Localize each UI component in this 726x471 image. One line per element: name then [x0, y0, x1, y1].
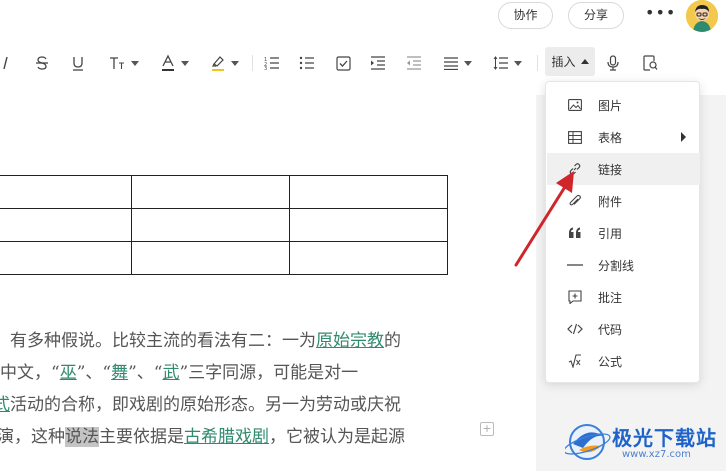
text-run: ”三字同源，可能是对一: [179, 363, 359, 383]
menu-item-code[interactable]: 代码: [547, 313, 700, 345]
hyperlink[interactable]: 古希腊戏剧: [184, 427, 269, 447]
toolbar-divider: [537, 55, 538, 71]
top-header: 协作 分享 •••: [0, 0, 726, 38]
formatting-toolbar: 123: [0, 40, 726, 86]
paragraph-line: 中文，“巫”、“舞”、“武”三字同源，可能是对一: [0, 358, 358, 383]
menu-item-label: 批注: [598, 290, 623, 305]
table-cell[interactable]: [0, 208, 132, 242]
table-cell[interactable]: [131, 241, 290, 275]
chevron-down-icon: [180, 60, 189, 66]
text-run: 活动的合称，即戏剧的原始形态。另一为劳动或庆祝: [10, 395, 401, 415]
table-row: [0, 241, 448, 275]
menu-item-label: 公式: [598, 354, 623, 369]
menu-item-label: 引用: [598, 226, 623, 241]
indent-increase-icon[interactable]: [368, 50, 388, 76]
table-cell[interactable]: [0, 241, 132, 275]
chevron-down-icon: [230, 60, 239, 66]
align-dropdown[interactable]: [438, 50, 476, 76]
table-cell[interactable]: [289, 175, 448, 209]
chevron-down-icon: [130, 60, 139, 66]
highlight-dropdown[interactable]: [205, 50, 243, 76]
highlighter-icon: [211, 56, 224, 71]
table-cell[interactable]: [289, 208, 448, 242]
checklist-icon[interactable]: [333, 50, 353, 76]
menu-item-table[interactable]: 表格: [547, 121, 700, 153]
formula-icon: [567, 353, 583, 369]
menu-item-image[interactable]: 图片: [547, 89, 700, 121]
italic-icon[interactable]: [0, 50, 12, 76]
strikethrough-icon[interactable]: [32, 50, 52, 76]
ordered-list-icon[interactable]: 123: [262, 50, 282, 76]
watermark-text: 极光下载站: [612, 426, 717, 450]
menu-item-label: 附件: [598, 194, 623, 209]
text-run: ”、“: [128, 363, 163, 383]
text-run: 主要依据是: [99, 427, 184, 447]
hyperlink[interactable]: 舞: [111, 363, 128, 383]
underline-icon[interactable]: [68, 50, 88, 76]
paragraph-line: 演，这种说法主要依据是古希腊戏剧，它被认为是起源: [0, 422, 405, 447]
avatar[interactable]: [686, 0, 718, 32]
menu-item-label: 分割线: [598, 258, 635, 273]
document-table[interactable]: [0, 175, 448, 275]
font-size-dropdown[interactable]: [104, 50, 142, 76]
menu-item-formula[interactable]: 公式: [547, 345, 700, 377]
watermark-url: www.xz7.com: [622, 449, 691, 460]
add-comment-icon[interactable]: +: [480, 422, 494, 436]
chevron-right-icon: [681, 132, 686, 142]
annotation-arrow-icon: [514, 171, 574, 267]
menu-item-label: 代码: [598, 322, 623, 337]
image-icon: [567, 97, 583, 113]
indent-decrease-icon[interactable]: [404, 50, 424, 76]
text-run: ，它被认为是起源: [269, 427, 405, 447]
selected-text[interactable]: 说法: [65, 427, 99, 447]
font-color-icon: [161, 54, 174, 71]
paragraph-line: 式活动的合称，即戏剧的原始形态。另一为劳动或庆祝: [0, 390, 401, 415]
share-button[interactable]: 分享: [568, 2, 624, 29]
text-run: 中文，“: [0, 363, 60, 383]
text-run: 的: [384, 331, 401, 351]
menu-item-comment[interactable]: 批注: [547, 281, 700, 313]
bullet-list-icon[interactable]: [297, 50, 317, 76]
more-options-button[interactable]: •••: [645, 5, 675, 24]
table-row: [0, 208, 448, 242]
hyperlink[interactable]: 武: [162, 363, 179, 383]
menu-item-label: 链接: [598, 162, 623, 177]
line-spacing-icon: [493, 56, 508, 70]
table-cell[interactable]: [289, 241, 448, 275]
table-icon: [567, 129, 583, 145]
paragraph-line: 有多种假说。比较主流的看法有二：一为原始宗教的: [10, 326, 401, 351]
chevron-down-icon: [463, 60, 472, 66]
chevron-up-icon: [580, 59, 589, 64]
table-row: [0, 175, 448, 209]
text-run: 演，这种: [0, 427, 65, 447]
microphone-icon[interactable]: [603, 50, 623, 76]
user-avatar-icon: [686, 0, 718, 32]
hyperlink[interactable]: 式: [0, 395, 10, 415]
chevron-down-icon: [513, 60, 522, 66]
insert-button-label: 插入: [551, 55, 576, 69]
align-icon: [443, 57, 458, 70]
table-cell[interactable]: [131, 208, 290, 242]
table-cell[interactable]: [0, 175, 132, 209]
menu-item-label: 图片: [598, 98, 623, 113]
font-color-dropdown[interactable]: [155, 50, 193, 76]
collaborate-button[interactable]: 协作: [498, 2, 553, 29]
hyperlink[interactable]: 巫: [60, 363, 77, 383]
svg-text:3: 3: [264, 66, 267, 70]
insert-dropdown-button[interactable]: 插入: [545, 47, 595, 76]
code-icon: [567, 321, 583, 337]
toolbar-divider: [252, 55, 253, 71]
document-search-icon[interactable]: [640, 50, 660, 76]
line-spacing-dropdown[interactable]: [488, 50, 526, 76]
hyperlink[interactable]: 原始宗教: [316, 331, 384, 351]
table-cell[interactable]: [131, 175, 290, 209]
text-run: 有多种假说。比较主流的看法有二：一为: [10, 331, 316, 351]
comment-icon: [567, 289, 583, 305]
menu-item-label: 表格: [598, 130, 623, 145]
font-size-icon: [109, 57, 124, 69]
text-run: ”、“: [76, 363, 112, 383]
